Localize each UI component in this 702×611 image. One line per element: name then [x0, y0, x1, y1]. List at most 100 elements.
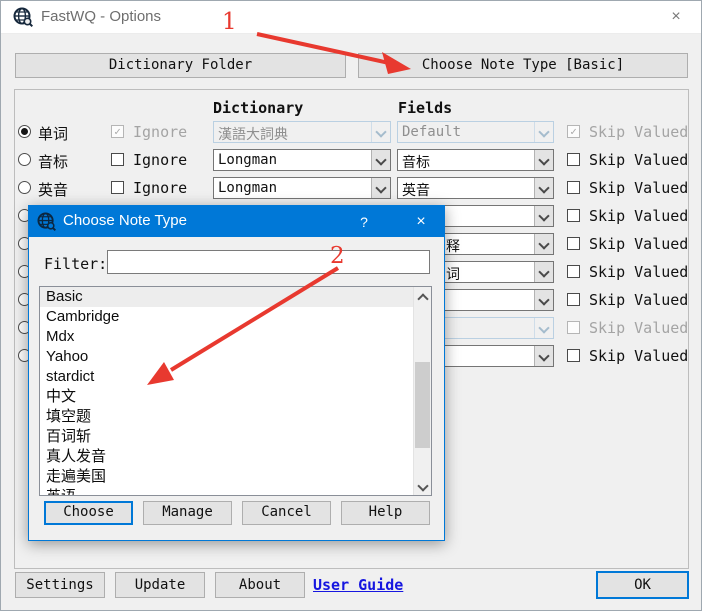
dropdown-arrow-icon[interactable]: [371, 122, 390, 142]
fastwq-options-window: FastWQ - Options × Dictionary Folder Cho…: [0, 0, 702, 611]
fields-select[interactable]: 音标: [397, 149, 554, 171]
option-row: 单词 Ignore 漢語大詞典 Default Skip Valued: [1, 118, 702, 146]
choose-note-type-button[interactable]: Choose Note Type [Basic]: [358, 53, 688, 78]
skip-valued-checkbox[interactable]: [567, 321, 580, 334]
note-type-item[interactable]: Mdx: [40, 327, 431, 347]
phonetic-radio[interactable]: [18, 153, 31, 166]
fields-select[interactable]: Default: [397, 121, 554, 143]
note-type-item[interactable]: Basic: [40, 287, 431, 307]
dropdown-arrow-icon[interactable]: [534, 318, 553, 338]
dropdown-arrow-icon[interactable]: [534, 290, 553, 310]
option-row: 音标 Ignore Longman 音标 Skip Valued: [1, 146, 702, 174]
fields-select-value: 英音: [402, 180, 430, 200]
cancel-button[interactable]: Cancel: [242, 501, 331, 525]
dropdown-arrow-icon[interactable]: [534, 234, 553, 254]
ignore-label: Ignore: [133, 179, 187, 197]
skip-valued-checkbox[interactable]: [567, 125, 580, 138]
note-type-item[interactable]: 走遍美国: [40, 467, 431, 487]
fields-column-header: Fields: [398, 99, 452, 117]
skip-valued-label: Skip Valued: [589, 263, 688, 281]
dropdown-arrow-icon[interactable]: [534, 262, 553, 282]
note-type-list[interactable]: Basic Cambridge Mdx Yahoo stardict 中文 填空…: [39, 286, 432, 496]
user-guide-link[interactable]: User Guide: [313, 576, 403, 594]
window-titlebar: FastWQ - Options ×: [1, 1, 701, 34]
option-row: 英音 Ignore Longman 英音 Skip Valued: [1, 174, 702, 202]
word-radio[interactable]: [18, 125, 31, 138]
note-type-item[interactable]: 真人发音: [40, 447, 431, 467]
note-type-item[interactable]: Yahoo: [40, 347, 431, 367]
skip-valued-label: Skip Valued: [589, 123, 688, 141]
about-button[interactable]: About: [215, 572, 305, 598]
dictionary-select[interactable]: Longman: [213, 177, 391, 199]
dictionary-select[interactable]: 漢語大詞典: [213, 121, 391, 143]
dropdown-arrow-icon[interactable]: [371, 150, 390, 170]
annotation-step-2: 2: [330, 243, 345, 269]
note-type-item[interactable]: 百词斩: [40, 427, 431, 447]
dropdown-arrow-icon[interactable]: [534, 206, 553, 226]
skip-valued-checkbox[interactable]: [567, 237, 580, 250]
scrollbar-thumb[interactable]: [415, 362, 430, 448]
dialog-close-icon[interactable]: ×: [406, 211, 436, 233]
row-label: 音标: [38, 151, 68, 172]
ignore-checkbox[interactable]: [111, 125, 124, 138]
ignore-label: Ignore: [133, 151, 187, 169]
fields-select[interactable]: 英音: [397, 177, 554, 199]
skip-valued-checkbox[interactable]: [567, 293, 580, 306]
skip-valued-checkbox[interactable]: [567, 265, 580, 278]
note-type-item[interactable]: 英语: [40, 487, 431, 496]
skip-valued-checkbox[interactable]: [567, 153, 580, 166]
skip-valued-label: Skip Valued: [589, 291, 688, 309]
skip-valued-label: Skip Valued: [589, 235, 688, 253]
ignore-label: Ignore: [133, 123, 187, 141]
window-title: FastWQ - Options: [41, 8, 161, 25]
row-label: 单词: [38, 123, 68, 144]
dropdown-arrow-icon[interactable]: [371, 178, 390, 198]
fields-select-value: 词: [446, 264, 460, 284]
dropdown-arrow-icon[interactable]: [534, 122, 553, 142]
dropdown-arrow-icon[interactable]: [534, 346, 553, 366]
skip-valued-checkbox[interactable]: [567, 349, 580, 362]
filter-input[interactable]: [107, 250, 430, 274]
choose-note-type-dialog: Choose Note Type ? × Filter: Basic Cambr…: [28, 205, 445, 541]
note-type-item[interactable]: stardict: [40, 367, 431, 387]
scroll-up-icon[interactable]: [414, 287, 431, 304]
dialog-titlebar[interactable]: Choose Note Type ? ×: [29, 206, 444, 237]
ok-button[interactable]: OK: [596, 571, 689, 599]
help-button[interactable]: Help: [341, 501, 430, 525]
note-type-item[interactable]: 中文: [40, 387, 431, 407]
ignore-checkbox[interactable]: [111, 181, 124, 194]
settings-button[interactable]: Settings: [15, 572, 105, 598]
uk-audio-radio[interactable]: [18, 181, 31, 194]
note-type-item[interactable]: 填空题: [40, 407, 431, 427]
skip-valued-label: Skip Valued: [589, 347, 688, 365]
skip-valued-label: Skip Valued: [589, 207, 688, 225]
skip-valued-checkbox[interactable]: [567, 209, 580, 222]
fastwq-globe-icon: [13, 7, 33, 31]
note-type-item[interactable]: Cambridge: [40, 307, 431, 327]
choose-button[interactable]: Choose: [44, 501, 133, 525]
scroll-down-icon[interactable]: [414, 478, 431, 495]
dictionary-select[interactable]: Longman: [213, 149, 391, 171]
dictionary-select-value: 漢語大詞典: [218, 124, 288, 144]
fastwq-globe-icon: [37, 212, 56, 235]
fields-select-value: 音标: [402, 152, 430, 172]
dictionary-select-value: Longman: [218, 152, 277, 168]
help-icon[interactable]: ?: [352, 211, 376, 233]
dialog-title: Choose Note Type: [63, 212, 187, 229]
dropdown-arrow-icon[interactable]: [534, 178, 553, 198]
ignore-checkbox[interactable]: [111, 153, 124, 166]
dictionary-folder-button[interactable]: Dictionary Folder: [15, 53, 346, 78]
skip-valued-checkbox[interactable]: [567, 181, 580, 194]
window-close-icon[interactable]: ×: [661, 6, 691, 28]
skip-valued-label: Skip Valued: [589, 151, 688, 169]
skip-valued-label: Skip Valued: [589, 319, 688, 337]
update-button[interactable]: Update: [115, 572, 205, 598]
dropdown-arrow-icon[interactable]: [534, 150, 553, 170]
row-label: 英音: [38, 179, 68, 200]
annotation-step-1: 1: [222, 9, 237, 35]
manage-button[interactable]: Manage: [143, 501, 232, 525]
list-scrollbar[interactable]: [413, 287, 431, 495]
dictionary-select-value: Longman: [218, 180, 277, 196]
skip-valued-label: Skip Valued: [589, 179, 688, 197]
filter-label: Filter:: [44, 255, 107, 273]
